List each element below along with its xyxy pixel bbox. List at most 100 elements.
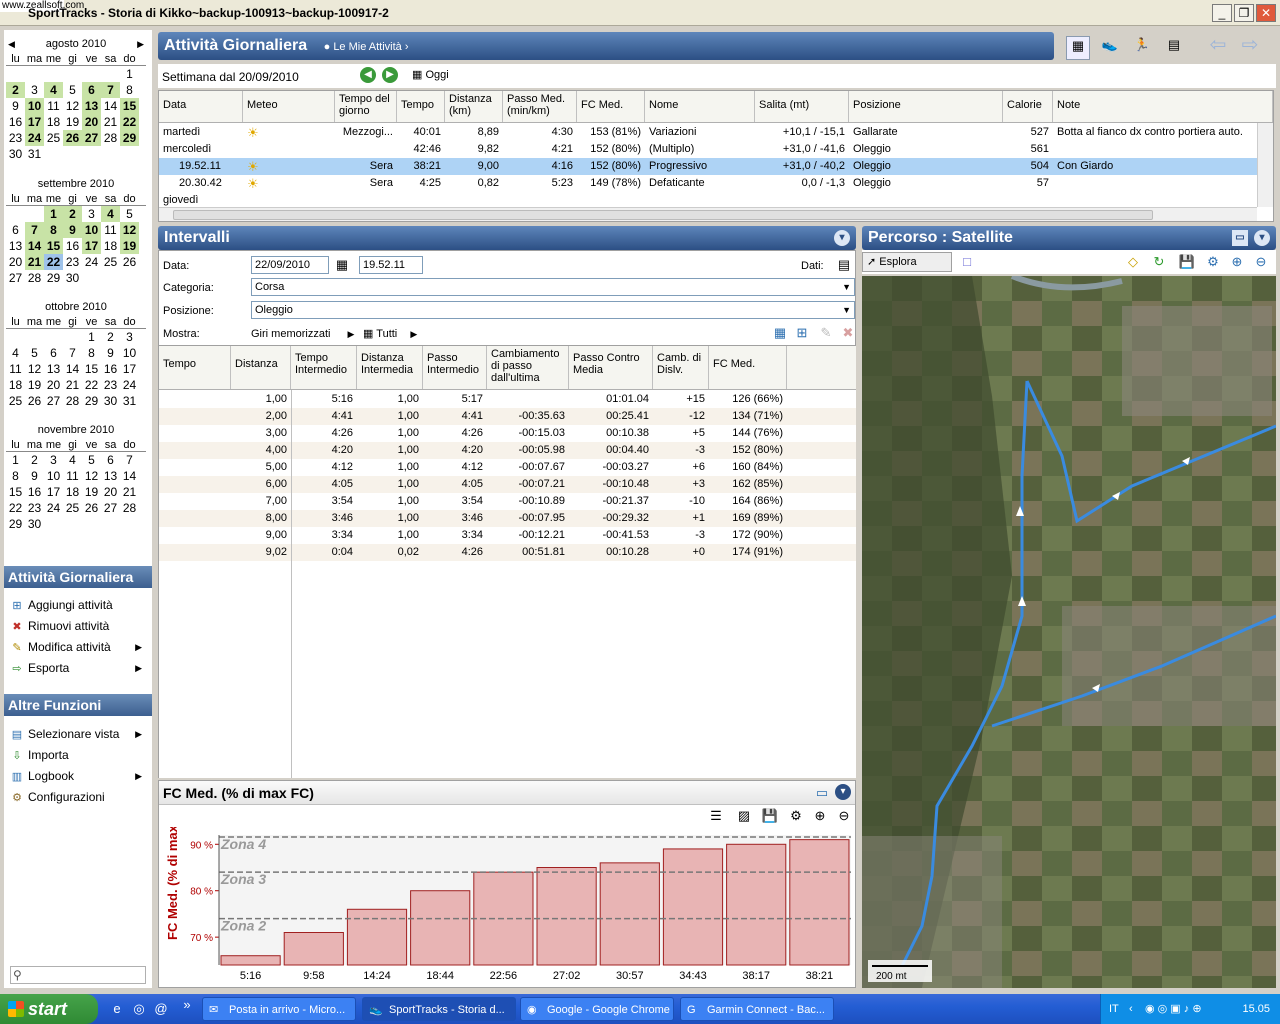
column-header[interactable]: FC Med. [577,91,645,122]
calendar-day[interactable]: 17 [25,114,44,130]
calendar-day[interactable]: 7 [120,452,139,468]
calendar-day[interactable]: 21 [120,484,139,500]
calendar-day[interactable]: 23 [6,130,25,146]
calendar-day[interactable]: 28 [63,393,82,409]
calendar-day[interactable]: 10 [120,345,139,361]
calendar-day[interactable]: 30 [6,146,25,162]
column-header[interactable]: Passo Intermedio [423,346,487,389]
calendar-day[interactable]: 13 [6,238,25,254]
calendar-day[interactable]: 25 [101,254,120,270]
column-header[interactable]: Passo Med. (min/km) [503,91,577,122]
calendar-day[interactable]: 14 [120,468,139,484]
zoom-out-icon[interactable]: ⊖ [1252,253,1270,271]
calendar-day[interactable]: 9 [6,98,25,114]
calendar-day[interactable]: 7 [63,345,82,361]
marker-icon[interactable]: ◇ [1124,253,1142,271]
calendar-day[interactable]: 10 [44,468,63,484]
calendar-day[interactable]: 10 [25,98,44,114]
position-select[interactable]: Oleggio ▼ [251,301,855,319]
interval-row[interactable]: ✔18:444,004:201,004:20-00:05.9800:04.40-… [159,442,856,459]
calendar-day[interactable]: 21 [25,254,44,270]
map-canvas[interactable]: 200 mt [862,276,1276,988]
table-view-icon[interactable]: ▦ [771,324,789,342]
calendar-day[interactable]: 13 [44,361,63,377]
calendar-day[interactable]: 9 [101,345,120,361]
column-header[interactable]: Camb. di Dislv. [653,346,709,389]
sidebar-search-input[interactable]: ⚲ [10,966,146,984]
calendar-day[interactable]: 27 [44,393,63,409]
calendar-day[interactable]: 24 [44,500,63,516]
calendar-day[interactable]: 5 [82,452,101,468]
save-icon[interactable]: 💾 [1178,253,1196,271]
select-region-icon[interactable]: □ [958,253,976,271]
equipment-icon[interactable]: ▤ [1162,36,1186,60]
calendar-day[interactable]: 4 [6,345,25,361]
calendar-day[interactable]: 16 [6,114,25,130]
calendar-day[interactable]: 28 [101,130,120,146]
taskbar-button[interactable]: ✉ Posta in arrivo - Micro... [202,997,356,1021]
time-field[interactable]: 19.52.11 [359,256,423,274]
interval-row[interactable]: ✔34:438,003:461,003:46-00:07.95-00:29.32… [159,510,856,527]
calendar-day[interactable]: 5 [25,345,44,361]
calendar-day[interactable]: 12 [63,98,82,114]
calendar-day[interactable]: 30 [25,516,44,532]
maximize-button[interactable]: ❐ [1234,4,1254,22]
settings-icon[interactable]: ⚙ [787,807,805,825]
add-lap-icon[interactable]: ⊞ [793,324,811,342]
date-picker-icon[interactable]: ▦ [333,256,351,274]
calendar-day[interactable]: 2 [101,329,120,345]
side-item[interactable]: ✎ Modifica attività ▶ [10,638,144,656]
calendar-day[interactable]: 6 [6,222,25,238]
calendar-day[interactable]: 12 [120,222,139,238]
show-all-dropdown[interactable]: ▦ Tutti ▶ [363,327,417,341]
taskbar-button[interactable]: ◉ Google - Google Chrome [520,997,674,1021]
calendar-day[interactable]: 4 [63,452,82,468]
column-header[interactable]: FC Med. [709,346,787,389]
collapse-icon[interactable]: ▾ [834,230,850,246]
calendar-day[interactable]: 25 [44,130,63,146]
column-header[interactable]: Data [159,91,243,122]
show-laps-dropdown[interactable]: Giri memorizzati ▶ [251,327,354,341]
calendar-day[interactable]: 11 [63,468,82,484]
calendar-day[interactable]: 24 [120,377,139,393]
calendar-day[interactable]: 31 [120,393,139,409]
column-header[interactable]: Passo Contro Media [569,346,653,389]
calendar-day[interactable]: 13 [82,98,101,114]
interval-row[interactable]: ✔09:582,004:411,004:41-00:35.6300:25.41-… [159,408,856,425]
taskbar-button[interactable]: 👟 SportTracks - Storia d... [362,997,516,1021]
calendar-day[interactable]: 6 [82,82,101,98]
side-item[interactable]: ⇨ Esporta ▶ [10,659,144,677]
calendar-day[interactable]: 1 [82,329,101,345]
breadcrumb[interactable]: ● Le Mie Attività › [324,41,409,53]
calendar-day[interactable]: 18 [101,238,120,254]
activity-actions-header[interactable]: Attività Giornaliera [4,566,152,588]
interval-row[interactable]: ✔30:577,003:541,003:54-00:10.89-00:21.37… [159,493,856,510]
side-item[interactable]: ✖ Rimuovi attività [10,617,144,635]
activity-row[interactable]: 20.30.42 ☀ Sera 4:25 0,82 5:23 149 (78%) Defati… [159,175,1257,192]
calendar-day[interactable]: 19 [63,114,82,130]
collapse-icon[interactable]: ▾ [1254,230,1270,246]
calendar-day[interactable]: 14 [101,98,120,114]
calendar-day[interactable]: 29 [6,516,25,532]
explore-button[interactable]: ➚ Esplora [862,252,952,272]
interval-row[interactable]: ✔05:161,005:161,005:1701:01.04+15126 (66… [159,391,856,408]
calendar-day[interactable]: 28 [25,270,44,286]
column-header[interactable]: Tempo Intermedio [291,346,357,389]
calendar-day[interactable]: 3 [120,329,139,345]
calendar-day[interactable]: 26 [120,254,139,270]
interval-row[interactable]: ✔22:565,004:121,004:12-00:07.67-00:03.27… [159,459,856,476]
calendar-day[interactable]: 27 [6,270,25,286]
calendar-day[interactable]: 29 [44,270,63,286]
category-select[interactable]: Corsa ▼ [251,278,855,296]
calendar-day[interactable]: 10 [82,222,101,238]
calendar-day[interactable]: 8 [120,82,139,98]
settings-icon[interactable]: ⚙ [1204,253,1222,271]
calendar-day[interactable]: 17 [44,484,63,500]
calendar-day[interactable]: 28 [120,500,139,516]
data-options-icon[interactable]: ▤ [835,256,853,274]
calendar-day[interactable]: 29 [82,393,101,409]
calendar-day[interactable]: 12 [25,361,44,377]
calendar-day[interactable]: 20 [101,484,120,500]
side-item[interactable]: ⇩ Importa [10,746,144,764]
calendar-day[interactable]: 16 [25,484,44,500]
